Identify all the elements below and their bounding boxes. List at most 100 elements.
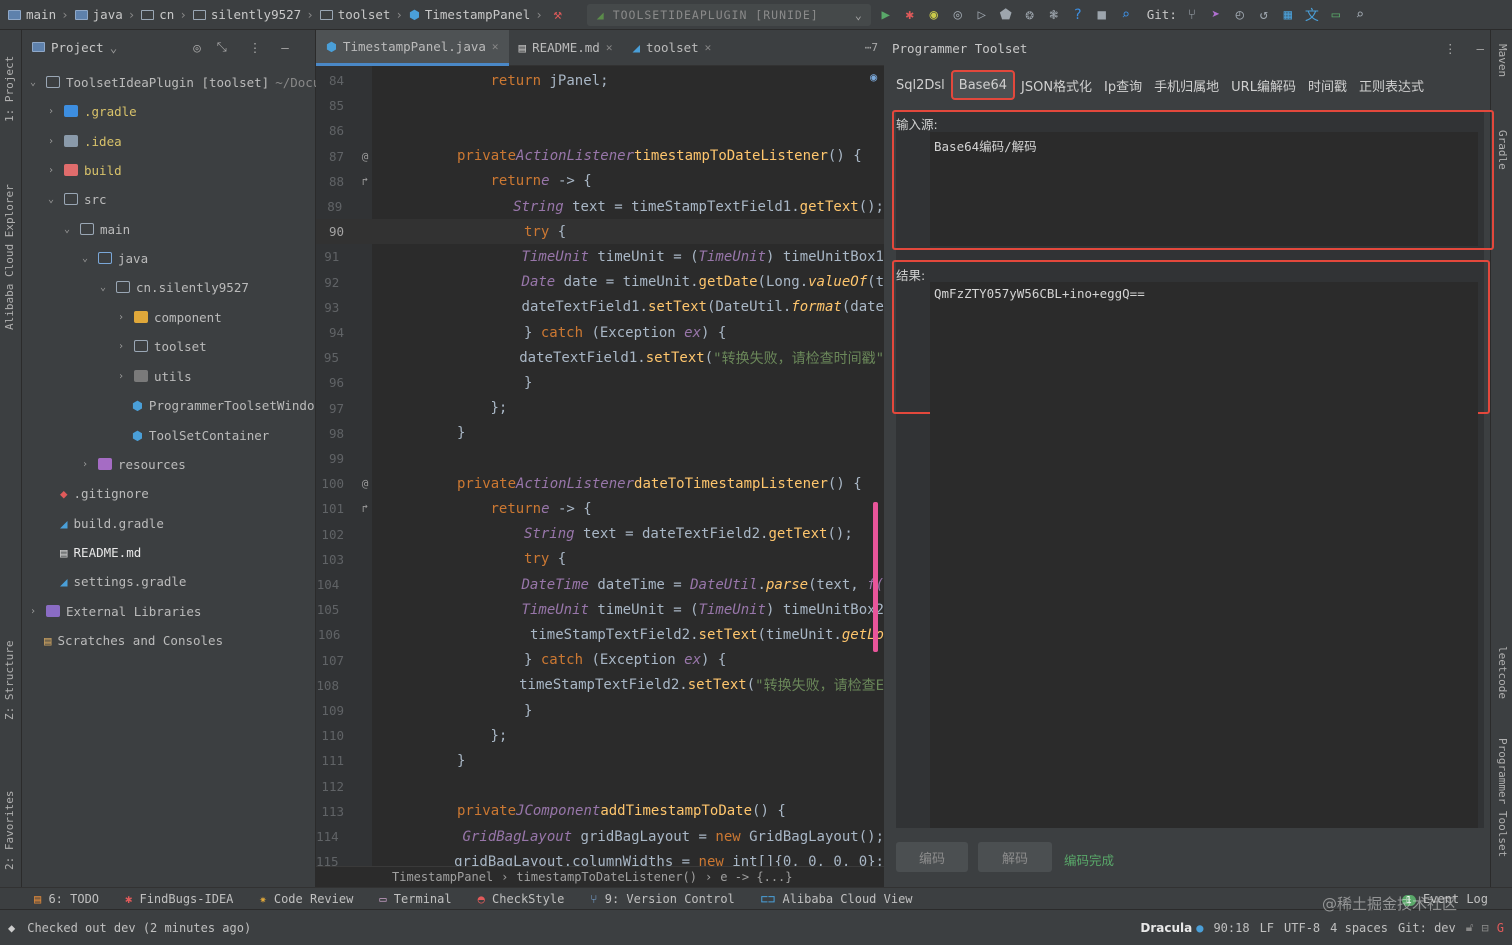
code-line[interactable]: 97};	[316, 396, 884, 421]
breadcrumb-toolset[interactable]: toolset ›	[319, 7, 403, 22]
tree-item-build-gradle[interactable]: ◢ build.gradle	[60, 511, 164, 535]
git-status-icon[interactable]: ◆	[8, 921, 15, 935]
line-number[interactable]: 94	[316, 325, 356, 340]
tree-item-src[interactable]: ⌄ src	[48, 187, 107, 211]
code-line[interactable]: 102 String text = dateTextField2. getText(…	[316, 522, 884, 547]
code-line[interactable]: 95 dateTextField1. setText("转换失败，请检查时间戳"	[316, 345, 884, 370]
breadcrumb-timestamppanel[interactable]: ⬢ TimestampPanel ›	[409, 7, 543, 22]
tree-item-idea[interactable]: › .idea	[48, 129, 122, 153]
line-number[interactable]: 93	[316, 300, 351, 315]
run-icon[interactable]: ▶	[877, 7, 895, 23]
code-review-tool-button[interactable]: ✷ Code Review	[259, 892, 353, 906]
line-number[interactable]: 96	[316, 375, 356, 390]
collapse-icon[interactable]: ⤡	[217, 39, 227, 55]
line-number[interactable]: 89	[316, 199, 354, 214]
todo-tool-button[interactable]: ▤ 6: TODO	[34, 892, 99, 906]
locate-icon[interactable]: ◎	[193, 40, 201, 55]
decode-button[interactable]: 解码	[978, 842, 1052, 872]
minimize-icon[interactable]: —	[1476, 41, 1484, 56]
line-number[interactable]: 98	[316, 426, 356, 441]
memory-icon[interactable]: ⊟	[1482, 921, 1489, 935]
global-search-icon[interactable]: ⌕	[1351, 7, 1369, 23]
tree-item-java[interactable]: ⌄ java	[82, 246, 148, 270]
favorites-tool-button[interactable]: 2: Favorites	[3, 791, 16, 870]
code-line[interactable]: 86	[316, 118, 884, 143]
line-number[interactable]: 97	[316, 401, 356, 416]
code-line[interactable]: 96}	[316, 370, 884, 395]
tree-item-scratches[interactable]: ▤ Scratches and Consoles	[44, 628, 223, 652]
code-line[interactable]: 103 try {	[316, 547, 884, 572]
line-number[interactable]: 84	[316, 73, 356, 88]
lock-icon[interactable]: 🔓︎	[1466, 920, 1474, 935]
line-number[interactable]: 111	[316, 753, 356, 768]
close-icon[interactable]: ✕	[705, 41, 712, 54]
line-number[interactable]: 100	[316, 476, 356, 491]
close-icon[interactable]: ✕	[492, 40, 499, 53]
line-number[interactable]: 90	[316, 224, 356, 239]
tree-item-external-libraries[interactable]: › External Libraries	[30, 599, 201, 623]
line-number[interactable]: 114	[316, 829, 351, 844]
breadcrumb-class[interactable]: TimestampPanel	[392, 870, 493, 884]
encode-button[interactable]: 编码	[896, 842, 968, 872]
run-dashboard-icon[interactable]: ▷	[973, 7, 991, 23]
theme-switcher[interactable]: Dracula	[1140, 921, 1192, 935]
close-icon[interactable]: ✕	[606, 41, 613, 54]
tab-url-codec[interactable]: URL编解码	[1225, 70, 1302, 100]
tree-item-toolset-container[interactable]: ⬢ ToolSetContainer	[132, 423, 269, 447]
caret-position[interactable]: 90:18	[1213, 921, 1249, 935]
result-textarea[interactable]: QmFzZTY057yW56CBL+ino+eggQ==	[930, 282, 1478, 828]
line-number[interactable]: 85	[316, 98, 356, 113]
more-icon[interactable]: ⋮	[249, 40, 262, 55]
tab-readme-md[interactable]: ▤ README.md ✕	[509, 30, 623, 66]
tree-item-gitignore[interactable]: ◆ .gitignore	[60, 481, 149, 505]
tab-json-format[interactable]: JSON格式化	[1015, 70, 1098, 100]
git-history-icon[interactable]: ◴	[1231, 7, 1249, 23]
line-number[interactable]: 87	[316, 149, 356, 164]
code-line[interactable]: 113 private JComponent addTimestampToDate…	[316, 799, 884, 824]
tree-item-settings-gradle[interactable]: ◢ settings.gradle	[60, 569, 186, 593]
code-line[interactable]: 100 @ private ActionListener dateToTimesta…	[316, 471, 884, 496]
tree-item-toolset[interactable]: › toolset	[118, 334, 207, 358]
git-push-icon[interactable]: ➤	[1207, 7, 1225, 23]
tab-timestamp[interactable]: 时间戳	[1302, 70, 1353, 100]
code-line[interactable]: 91 TimeUnit timeUnit = (TimeUnit) timeUni…	[316, 244, 884, 269]
attach-icon[interactable]: ❂	[1021, 7, 1039, 23]
project-structure-icon[interactable]: ▦	[1279, 7, 1297, 23]
maven-tool-button[interactable]: Maven	[1496, 44, 1509, 77]
line-number[interactable]: 88	[316, 174, 356, 189]
code-line[interactable]: 106 timeStampTextField2. setText (timeUnit.…	[316, 622, 884, 647]
google-icon[interactable]: G	[1497, 921, 1504, 935]
code-line[interactable]: 99	[316, 446, 884, 471]
line-number[interactable]: 105	[316, 602, 351, 617]
version-control-tool-button[interactable]: ⑂ 9: Version Control	[590, 892, 734, 906]
translate-icon[interactable]: 文	[1303, 5, 1321, 25]
tree-item-package[interactable]: ⌄ cn.silently9527	[100, 275, 249, 299]
programmer-toolset-tool-button[interactable]: Programmer Toolset	[1496, 738, 1509, 857]
code-line[interactable]: 94} catch (Exception ex) {	[316, 320, 884, 345]
code-line[interactable]: 105 TimeUnit timeUnit = (TimeUnit) timeUn…	[316, 597, 884, 622]
findbugs-tool-button[interactable]: ✱ FindBugs-IDEA	[125, 892, 233, 906]
structure-tool-button[interactable]: Z: Structure	[3, 641, 16, 720]
eye-icon[interactable]: ◉	[870, 70, 877, 84]
tree-item-readme[interactable]: ▤ README.md	[60, 540, 141, 564]
tab-regex[interactable]: 正则表达式	[1353, 70, 1430, 100]
leetcode-tool-button[interactable]: leetcode	[1496, 646, 1509, 699]
tree-item-main[interactable]: ⌄ main	[64, 217, 130, 241]
tab-base64[interactable]: Base64	[950, 70, 1015, 100]
code-line[interactable]: 98}	[316, 421, 884, 446]
terminal-icon[interactable]: ▭	[1327, 7, 1345, 23]
debug-icon[interactable]: ✱	[901, 7, 919, 23]
implement-icon[interactable]: ↱	[356, 502, 374, 515]
code-line[interactable]: 114 GridBagLayout gridBagLayout = new Gri…	[316, 824, 884, 849]
line-number[interactable]: 109	[316, 703, 356, 718]
tab-toolset[interactable]: ◢ toolset ✕	[622, 30, 721, 66]
override-icon[interactable]: @	[356, 150, 374, 163]
chevron-down-icon[interactable]: ⌄	[110, 40, 118, 55]
line-number[interactable]: 106	[316, 627, 352, 642]
indent-setting[interactable]: 4 spaces	[1330, 921, 1388, 935]
more-tabs-button[interactable]: ⋯7	[865, 41, 878, 54]
gradle-tool-button[interactable]: Gradle	[1496, 130, 1509, 170]
code-line[interactable]: 110};	[316, 723, 884, 748]
breadcrumb-main[interactable]: main ›	[8, 7, 69, 22]
scroll-marker[interactable]	[873, 502, 878, 652]
